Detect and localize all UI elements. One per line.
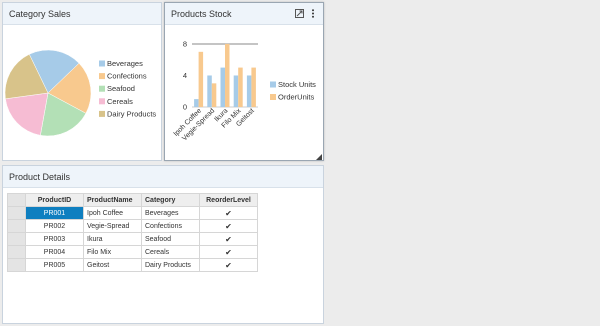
bar-stock-units-geitost[interactable]	[246, 75, 252, 107]
table-row[interactable]: PR001 Ipoh Coffee Beverages ✔	[7, 206, 258, 220]
column-header-productid[interactable]: ProductID	[25, 193, 84, 207]
column-header-category[interactable]: Category	[141, 193, 200, 207]
row-header-cell[interactable]	[7, 245, 26, 259]
legend-label-stock-units: Stock Units	[278, 80, 316, 89]
category-cell[interactable]: Confections	[141, 219, 200, 233]
checkbox-checked-icon[interactable]: ✔	[225, 248, 232, 257]
grid-corner-cell	[7, 193, 26, 207]
reorder-level-cell[interactable]: ✔	[199, 232, 258, 246]
grid-header-row: ProductID ProductName Category ReorderLe…	[7, 193, 258, 207]
product-details-panel: Product Details ProductID ProductName Ca…	[2, 165, 324, 324]
bar-stock-units-vegie-spread[interactable]	[207, 75, 212, 107]
row-header-cell[interactable]	[7, 206, 26, 220]
panel-toolbar	[295, 9, 317, 18]
checkbox-checked-icon[interactable]: ✔	[225, 222, 232, 231]
resize-grip-icon[interactable]	[316, 153, 322, 160]
row-header-cell[interactable]	[7, 219, 26, 233]
legend-swatch-beverages	[99, 60, 105, 67]
category-cell[interactable]: Cereals	[141, 245, 200, 259]
product-name-cell[interactable]: Vegie-Spread	[83, 219, 142, 233]
row-header-cell[interactable]	[7, 258, 26, 272]
legend-label-cereals: Cereals	[107, 97, 133, 106]
legend-label-confections: Confections	[107, 72, 147, 81]
reorder-level-cell[interactable]: ✔	[199, 258, 258, 272]
product-id-cell[interactable]: PR005	[25, 258, 84, 272]
table-row[interactable]: PR003 Ikura Seafood ✔	[7, 232, 258, 246]
reorder-level-cell[interactable]: ✔	[199, 245, 258, 259]
checkbox-checked-icon[interactable]: ✔	[225, 235, 232, 244]
legend-swatch-orderunits	[270, 94, 276, 100]
product-id-cell[interactable]: PR004	[25, 245, 84, 259]
category-sales-pie-chart: Beverages Confections Seafood Cereals Dairy …	[4, 49, 156, 137]
bar-stock-units-ipoh-coffee[interactable]	[194, 99, 199, 107]
products-stock-panel[interactable]: Products Stock 0 4 8 Ipoh Coffee Vegie-Sprea…	[164, 2, 324, 161]
legend-label-beverages: Beverages	[107, 59, 143, 68]
bar-orderunits-ipoh-coffee[interactable]	[198, 51, 204, 107]
legend-label-dairy-products: Dairy Products	[107, 109, 156, 118]
table-row[interactable]: PR004 Filo Mix Cereals ✔	[7, 245, 258, 259]
legend-label-seafood: Seafood	[107, 84, 135, 93]
products-stock-header: Products Stock	[165, 3, 323, 25]
product-name-cell[interactable]: Filo Mix	[83, 245, 142, 259]
products-stock-bar-chart: 048Ipoh CoffeeVegie-SpreadIkuraFilo MixG…	[173, 39, 317, 142]
product-name-cell[interactable]: Ipoh Coffee	[83, 206, 142, 220]
products-stock-title: Products Stock	[171, 8, 232, 19]
bar-stock-units-ikura[interactable]	[220, 67, 226, 107]
bar-orderunits-filo-mix[interactable]	[238, 67, 243, 107]
checkbox-checked-icon[interactable]: ✔	[225, 209, 232, 218]
category-sales-title: Category Sales	[9, 8, 71, 19]
column-header-productname[interactable]: ProductName	[83, 193, 142, 207]
category-cell[interactable]: Dairy Products	[141, 258, 200, 272]
product-details-grid[interactable]: ProductID ProductName Category ReorderLe…	[7, 193, 258, 272]
table-row[interactable]: PR002 Vegie-Spread Confections ✔	[7, 219, 258, 233]
legend-swatch-dairy-products	[99, 110, 105, 117]
legend-swatch-cereals	[99, 98, 105, 105]
table-row[interactable]: PR005 Geitost Dairy Products ✔	[7, 258, 258, 272]
bar-orderunits-geitost[interactable]	[251, 67, 256, 107]
product-id-cell[interactable]: PR002	[25, 219, 84, 233]
bar-stock-units-filo-mix[interactable]	[233, 75, 239, 107]
reorder-level-cell[interactable]: ✔	[199, 206, 258, 220]
legend-label-orderunits: OrderUnits	[278, 93, 315, 102]
y-tick-label: 8	[183, 39, 187, 48]
bar-orderunits-ikura[interactable]	[225, 43, 230, 107]
legend-swatch-seafood	[99, 85, 105, 92]
product-name-cell[interactable]: Ikura	[83, 232, 142, 246]
maximize-icon[interactable]	[295, 9, 304, 18]
category-sales-panel: Category Sales Beverages Confections Seafo…	[2, 2, 162, 161]
product-id-cell[interactable]: PR003	[25, 232, 84, 246]
legend-swatch-confections	[99, 73, 105, 80]
legend-swatch-stock-units	[270, 81, 276, 88]
row-header-cell[interactable]	[7, 232, 26, 246]
pie-slice-cereals[interactable]	[5, 92, 49, 136]
more-vertical-icon[interactable]	[308, 9, 317, 18]
reorder-level-cell[interactable]: ✔	[199, 219, 258, 233]
product-details-header: Product Details	[3, 166, 323, 188]
product-details-title: Product Details	[9, 171, 71, 182]
checkbox-checked-icon[interactable]: ✔	[225, 261, 232, 270]
y-tick-label: 0	[183, 103, 187, 112]
category-sales-header: Category Sales	[3, 3, 161, 25]
y-tick-label: 4	[183, 71, 187, 80]
category-cell[interactable]: Beverages	[141, 206, 200, 220]
category-cell[interactable]: Seafood	[141, 232, 200, 246]
column-header-reorderlevel[interactable]: ReorderLevel	[199, 193, 258, 207]
product-id-cell[interactable]: PR001	[25, 206, 84, 220]
product-name-cell[interactable]: Geitost	[83, 258, 142, 272]
bar-orderunits-vegie-spread[interactable]	[211, 83, 217, 107]
